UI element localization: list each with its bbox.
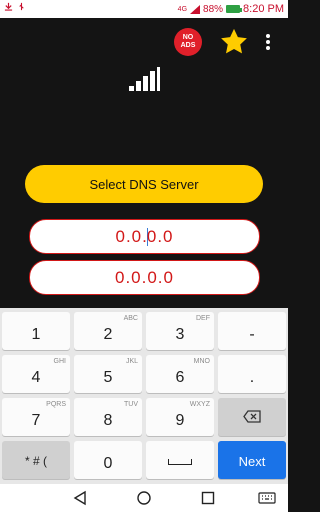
key-3[interactable]: DEF 3 xyxy=(146,312,214,350)
status-bar: 4G 88% 8:20 PM xyxy=(0,0,288,18)
key-dot[interactable]: . xyxy=(218,355,286,393)
key-1[interactable]: 1 xyxy=(2,312,70,350)
secondary-dns-input[interactable]: 0.0.0.0 xyxy=(29,260,260,295)
key-symbols[interactable]: * # ( xyxy=(2,441,70,479)
key-label: 1 xyxy=(31,326,41,343)
key-minus[interactable]: - xyxy=(218,312,286,350)
cell-signal-icon xyxy=(190,4,201,14)
key-label: 7 xyxy=(31,412,41,429)
key-7[interactable]: PQRS 7 xyxy=(2,398,70,436)
no-ads-label-line1: NO xyxy=(182,34,194,41)
key-sub: ABC xyxy=(123,315,138,322)
key-5[interactable]: JKL 5 xyxy=(74,355,142,393)
kebab-menu-icon[interactable] xyxy=(265,34,271,50)
key-4[interactable]: GHI 4 xyxy=(2,355,70,393)
key-sub: WXYZ xyxy=(189,401,210,408)
key-label: 3 xyxy=(175,326,185,343)
network-type: 4G xyxy=(177,5,188,13)
key-sub: DEF xyxy=(196,315,210,322)
key-sub: PQRS xyxy=(46,401,66,408)
back-icon[interactable] xyxy=(72,490,88,506)
battery-percent: 88% xyxy=(203,3,224,15)
status-indicators: 4G 88% 8:20 PM xyxy=(178,3,284,15)
key-label: 8 xyxy=(103,412,113,429)
key-8[interactable]: TUV 8 xyxy=(74,398,142,436)
no-ads-button[interactable]: NO ADS xyxy=(174,28,202,56)
key-9[interactable]: WXYZ 9 xyxy=(146,398,214,436)
key-sub: TUV xyxy=(124,401,138,408)
signal-bars-icon xyxy=(129,67,160,91)
key-label: 6 xyxy=(175,369,185,386)
keyboard-switch-icon[interactable] xyxy=(258,490,276,506)
secondary-dns-value: 0.0.0.0 xyxy=(115,267,174,287)
key-label: 4 xyxy=(31,369,41,386)
backspace-key[interactable] xyxy=(218,398,286,436)
space-key[interactable] xyxy=(146,441,214,479)
key-label: Next xyxy=(238,454,266,469)
key-2[interactable]: ABC 2 xyxy=(74,312,142,350)
status-notifications xyxy=(4,2,26,11)
key-label: 2 xyxy=(103,326,113,343)
home-icon[interactable] xyxy=(136,490,152,506)
key-label: 0 xyxy=(103,455,113,472)
select-dns-server-button[interactable]: Select DNS Server xyxy=(25,165,263,203)
primary-dns-value-part1: 0.0. xyxy=(115,226,148,246)
key-6[interactable]: MNO 6 xyxy=(146,355,214,393)
star-icon[interactable] xyxy=(219,27,249,57)
primary-dns-value-part2: 0.0 xyxy=(146,226,174,246)
next-key[interactable]: Next xyxy=(218,441,286,479)
recents-icon[interactable] xyxy=(200,490,216,506)
key-0[interactable]: 0 xyxy=(74,441,142,479)
key-sub: JKL xyxy=(125,358,138,365)
key-sub: GHI xyxy=(53,358,66,365)
usb-icon xyxy=(19,2,24,11)
clock: 8:20 PM xyxy=(243,3,284,15)
key-label: * # ( xyxy=(24,454,47,468)
key-label: - xyxy=(249,326,255,343)
key-label: 9 xyxy=(175,412,185,429)
navigation-bar xyxy=(0,484,288,512)
key-label: 5 xyxy=(103,369,113,386)
numeric-keyboard: 1 ABC 2 DEF 3 - GHI 4 JKL 5 MNO 6 . PQRS… xyxy=(0,308,288,484)
no-ads-label-line2: ADS xyxy=(180,42,196,49)
download-icon xyxy=(4,2,13,11)
primary-dns-input[interactable]: 0.0. 0.0 xyxy=(29,219,260,254)
space-icon xyxy=(168,459,192,465)
key-sub: MNO xyxy=(193,358,210,365)
key-label: . xyxy=(249,369,255,386)
battery-icon xyxy=(226,5,243,13)
backspace-icon xyxy=(243,410,261,423)
